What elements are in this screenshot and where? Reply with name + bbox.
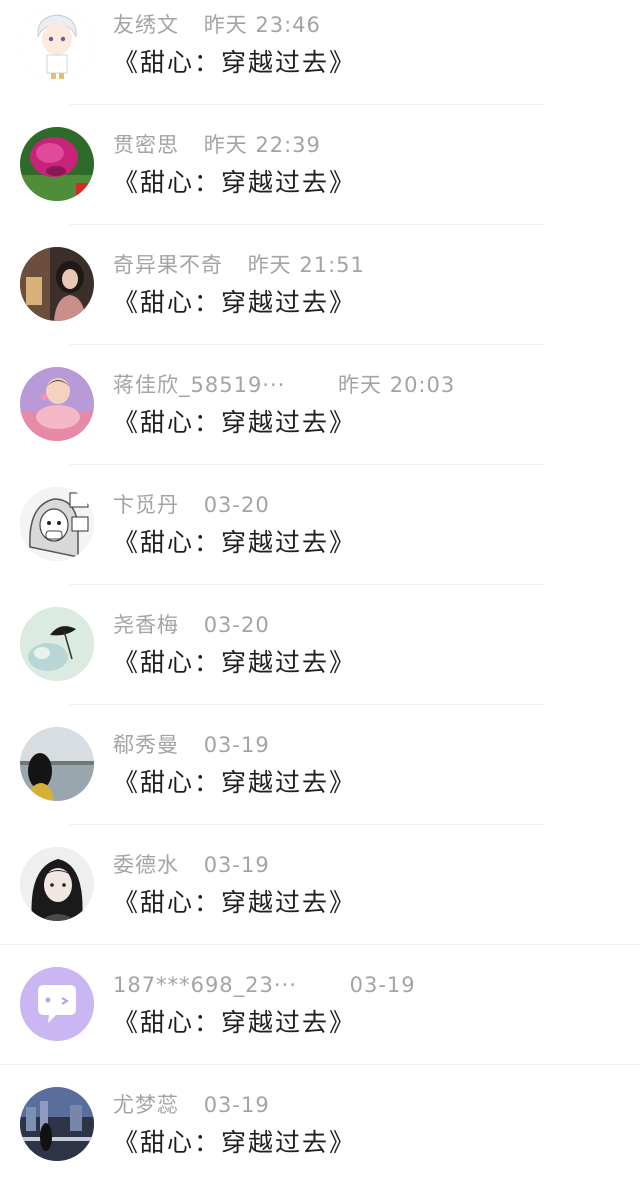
comment-book-title[interactable]: 《甜心：穿越过去》 <box>113 403 356 443</box>
girl-photo-avatar-icon <box>20 247 94 321</box>
flower-avatar-icon <box>20 127 94 201</box>
comment-item[interactable]: 贯密思 昨天 22:39 《甜心：穿越过去》 <box>0 105 640 225</box>
avatar[interactable] <box>20 487 94 561</box>
comment-time: 昨天 22:39 <box>203 133 321 157</box>
comment-time: 昨天 21:51 <box>247 253 365 277</box>
comment-meta: 卞觅丹 03-20 <box>113 489 270 521</box>
avatar[interactable] <box>20 367 94 441</box>
comment-time: 昨天 20:03 <box>338 373 456 397</box>
user-name[interactable]: 187***698_23··· <box>113 969 297 1001</box>
lake-avatar-icon <box>20 727 94 801</box>
comment-book-title[interactable]: 《甜心：穿越过去》 <box>113 1003 356 1043</box>
avatar[interactable] <box>20 847 94 921</box>
avatar[interactable] <box>20 607 94 681</box>
comment-meta: 奇异果不奇 昨天 21:51 <box>113 249 365 281</box>
comment-meta: 友绣文 昨天 23:46 <box>113 9 321 41</box>
comment-meta: 187***698_23··· 03-19 <box>113 969 416 1001</box>
user-name[interactable]: 尤梦蕊 <box>113 1089 179 1121</box>
comment-book-title[interactable]: 《甜心：穿越过去》 <box>113 883 356 923</box>
comment-book-title[interactable]: 《甜心：穿越过去》 <box>113 1123 356 1163</box>
anime-boy-avatar-icon <box>20 7 94 81</box>
user-name[interactable]: 委德水 <box>113 849 179 881</box>
comment-book-title[interactable]: 《甜心：穿越过去》 <box>113 523 356 563</box>
baby-avatar-icon <box>20 367 94 441</box>
comment-book-title[interactable]: 《甜心：穿越过去》 <box>113 283 356 323</box>
comment-time: 昨天 23:46 <box>203 13 321 37</box>
manga-girl-avatar-icon <box>20 487 94 561</box>
comment-meta: 郗秀曼 03-19 <box>113 729 270 761</box>
user-name[interactable]: 蒋佳欣_58519··· <box>113 369 285 401</box>
comment-item[interactable]: 委德水 03-19 《甜心：穿越过去》 <box>0 825 640 945</box>
comment-item[interactable]: 友绣文 昨天 23:46 《甜心：穿越过去》 <box>0 0 640 105</box>
comment-book-title[interactable]: 《甜心：穿越过去》 <box>113 643 356 683</box>
comment-time: 03-19 <box>203 853 270 877</box>
user-name[interactable]: 郗秀曼 <box>113 729 179 761</box>
user-name[interactable]: 友绣文 <box>113 9 179 41</box>
comment-book-title[interactable]: 《甜心：穿越过去》 <box>113 43 356 83</box>
comment-list: 友绣文 昨天 23:46 《甜心：穿越过去》 贯密思 昨天 22:39 《甜心：… <box>0 0 640 1177</box>
comment-item[interactable]: 187***698_23··· 03-19 《甜心：穿越过去》 <box>0 945 640 1065</box>
avatar[interactable] <box>20 127 94 201</box>
comment-item[interactable]: 卞觅丹 03-20 《甜心：穿越过去》 <box>0 465 640 585</box>
comment-time: 03-19 <box>203 733 270 757</box>
city-avatar-icon <box>20 1087 94 1161</box>
comment-meta: 贯密思 昨天 22:39 <box>113 129 321 161</box>
avatar[interactable] <box>20 247 94 321</box>
comment-meta: 尧香梅 03-20 <box>113 609 270 641</box>
comment-meta: 尤梦蕊 03-19 <box>113 1089 270 1121</box>
avatar[interactable] <box>20 1087 94 1161</box>
comment-time: 03-20 <box>203 613 270 637</box>
avatar[interactable] <box>20 967 94 1041</box>
comment-meta: 蒋佳欣_58519··· 昨天 20:03 <box>113 369 455 401</box>
user-name[interactable]: 卞觅丹 <box>113 489 179 521</box>
comment-item[interactable]: 尧香梅 03-20 《甜心：穿越过去》 <box>0 585 640 705</box>
avatar[interactable] <box>20 727 94 801</box>
comment-time: 03-19 <box>203 1093 270 1117</box>
chat-bubble-avatar-icon <box>20 967 94 1041</box>
comment-item[interactable]: 蒋佳欣_58519··· 昨天 20:03 《甜心：穿越过去》 <box>0 345 640 465</box>
comment-time: 03-19 <box>349 973 416 997</box>
comment-book-title[interactable]: 《甜心：穿越过去》 <box>113 763 356 803</box>
comment-item[interactable]: 奇异果不奇 昨天 21:51 《甜心：穿越过去》 <box>0 225 640 345</box>
comment-book-title[interactable]: 《甜心：穿越过去》 <box>113 163 356 203</box>
user-name[interactable]: 奇异果不奇 <box>113 249 223 281</box>
comment-meta: 委德水 03-19 <box>113 849 270 881</box>
rose-avatar-icon <box>20 607 94 681</box>
user-name[interactable]: 贯密思 <box>113 129 179 161</box>
comment-time: 03-20 <box>203 493 270 517</box>
avatar[interactable] <box>20 7 94 81</box>
comment-item[interactable]: 尤梦蕊 03-19 《甜心：穿越过去》 <box>0 1065 640 1185</box>
woman-portrait-avatar-icon <box>20 847 94 921</box>
user-name[interactable]: 尧香梅 <box>113 609 179 641</box>
comment-item[interactable]: 郗秀曼 03-19 《甜心：穿越过去》 <box>0 705 640 825</box>
